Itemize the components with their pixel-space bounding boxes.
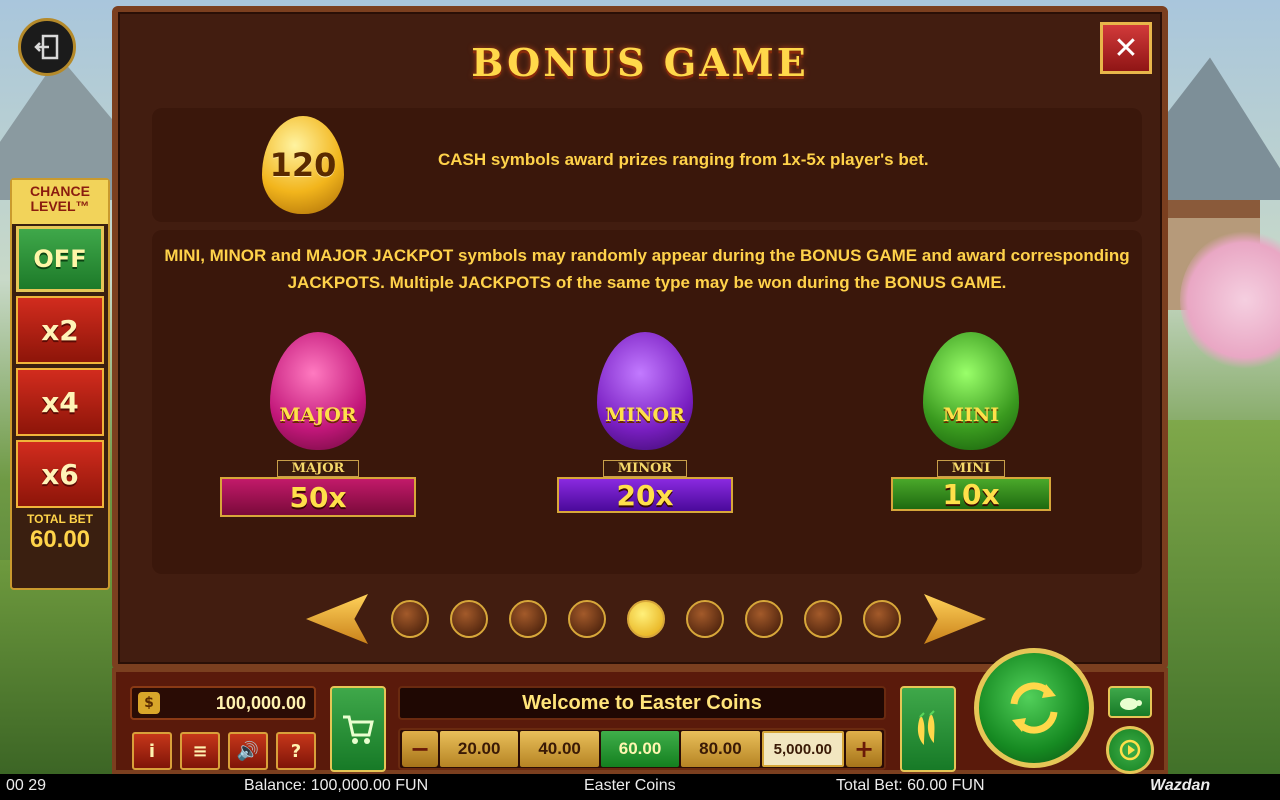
page-dot[interactable] xyxy=(509,600,547,638)
jackpot-major: MAJOR MAJOR 50x xyxy=(218,332,418,517)
autoplay-button[interactable] xyxy=(1106,726,1154,774)
jackpot-description: MINI, MINOR and MAJOR JACKPOT symbols ma… xyxy=(164,246,1130,292)
menu-button[interactable]: ≡ xyxy=(180,732,220,770)
balance-value: 100,000.00 xyxy=(215,692,306,713)
game-screen: CHANCE LEVEL™ OFF x2 x4 x6 TOTAL BET 60.… xyxy=(0,0,1280,800)
total-bet-label: TOTAL BET xyxy=(27,512,93,526)
page-dot-active[interactable] xyxy=(627,600,665,638)
chance-x4-button[interactable]: x4 xyxy=(16,368,104,436)
jackpot-minor: MINOR MINOR 20x xyxy=(556,332,734,513)
page-navigator xyxy=(306,592,986,646)
page-dot[interactable] xyxy=(450,600,488,638)
bet-option[interactable]: 80.00 xyxy=(681,731,760,767)
turbo-button[interactable] xyxy=(1108,686,1152,718)
status-total-bet: Total Bet: 60.00 FUN xyxy=(836,777,985,794)
spin-arrows-icon xyxy=(1010,682,1058,734)
exit-button[interactable] xyxy=(18,18,76,76)
page-dots xyxy=(391,600,901,638)
autoplay-icon xyxy=(1119,739,1141,761)
paytable-panel: BONUS GAME ✕ 120 CASH symbols award priz… xyxy=(112,6,1168,670)
feature-button[interactable] xyxy=(900,686,956,772)
bet-option[interactable]: 5,000.00 xyxy=(761,731,845,767)
jackpot-mini: MINI MINI 10x xyxy=(890,332,1052,511)
page-title: BONUS GAME xyxy=(471,40,809,85)
page-dot[interactable] xyxy=(863,600,901,638)
bet-option[interactable]: 40.00 xyxy=(520,731,599,767)
status-game-name: Easter Coins xyxy=(584,777,676,794)
minor-egg-icon: MINOR xyxy=(597,332,693,450)
page-dot[interactable] xyxy=(804,600,842,638)
info-button[interactable]: i xyxy=(132,732,172,770)
cash-info-box: 120 CASH symbols award prizes ranging fr… xyxy=(152,108,1142,222)
next-page-arrow-icon[interactable] xyxy=(924,594,986,644)
bet-increase-button[interactable]: + xyxy=(846,731,883,767)
sound-button[interactable]: 🔊 xyxy=(228,732,268,770)
chili-pepper-icon xyxy=(917,710,935,745)
chance-x6-button[interactable]: x6 xyxy=(16,440,104,508)
mini-tag: MINI xyxy=(936,460,1006,477)
money-bag-icon: $ xyxy=(138,692,160,714)
major-value: 50x xyxy=(220,477,416,517)
major-egg-icon: MAJOR xyxy=(270,332,366,450)
page-dot[interactable] xyxy=(745,600,783,638)
cash-egg-icon: 120 xyxy=(262,116,344,214)
page-dot[interactable] xyxy=(391,600,429,638)
message-bar: Welcome to Easter Coins xyxy=(398,686,886,720)
chance-off-button[interactable]: OFF xyxy=(16,226,104,292)
mini-egg-icon: MINI xyxy=(923,332,1019,450)
minor-tag: MINOR xyxy=(602,460,688,477)
cash-description: CASH symbols award prizes ranging from 1… xyxy=(438,150,929,169)
chance-x2-button[interactable]: x2 xyxy=(16,296,104,364)
spin-button[interactable] xyxy=(974,648,1094,768)
status-balance: Balance: 100,000.00 FUN xyxy=(244,777,429,794)
status-bar: 00 29 Balance: 100,000.00 FUN Easter Coi… xyxy=(0,774,1280,800)
meadow-left xyxy=(0,560,120,800)
mini-value: 10x xyxy=(891,477,1051,511)
jackpot-info-box: MINI, MINOR and MAJOR JACKPOT symbols ma… xyxy=(152,230,1142,574)
turtle-icon xyxy=(1120,698,1142,710)
page-dot[interactable] xyxy=(568,600,606,638)
balance-display: $ 100,000.00 xyxy=(130,686,316,720)
control-bar: $ 100,000.00 i ≡ 🔊 ? Welcome to Easter C… xyxy=(112,648,1168,774)
major-tag: MAJOR xyxy=(276,460,360,477)
cart-icon xyxy=(343,715,374,744)
page-dot[interactable] xyxy=(686,600,724,638)
prev-page-arrow-icon[interactable] xyxy=(306,594,368,644)
bet-selector: − 20.00 40.00 60.00 80.00 5,000.00 + xyxy=(398,728,886,770)
chance-level-panel: CHANCE LEVEL™ OFF x2 x4 x6 TOTAL BET 60.… xyxy=(10,178,110,590)
chance-level-title: CHANCE LEVEL™ xyxy=(12,180,108,224)
bet-option-selected[interactable]: 60.00 xyxy=(600,731,680,767)
wazdan-logo: Wazdan xyxy=(1150,777,1211,794)
bet-option[interactable]: 20.00 xyxy=(440,731,519,767)
clock: 00 29 xyxy=(6,777,47,794)
bet-decrease-button[interactable]: − xyxy=(402,731,438,767)
minor-value: 20x xyxy=(557,477,733,513)
close-button[interactable]: ✕ xyxy=(1100,22,1152,74)
exit-icon xyxy=(34,34,59,60)
shop-button[interactable] xyxy=(330,686,386,772)
total-bet-value: 60.00 xyxy=(29,526,91,553)
meadow-right xyxy=(1160,420,1280,800)
help-button[interactable]: ? xyxy=(276,732,316,770)
